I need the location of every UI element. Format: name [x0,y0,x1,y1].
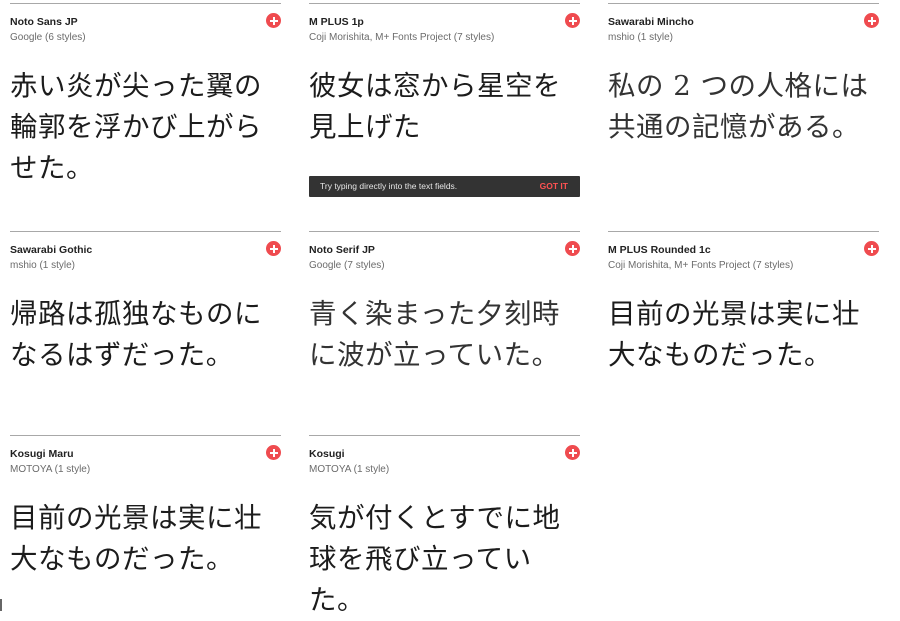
sample-text-field[interactable]: 彼女は窓から星空を見上げた [309,66,580,148]
font-author: mshio (1 style) [608,32,674,43]
sample-text-field[interactable]: 青く染まった夕刻時に波が立っていた。 [309,294,580,376]
font-author: mshio (1 style) [10,260,76,271]
font-name[interactable]: M PLUS 1p [309,16,364,28]
font-card-sawarabi-gothic[interactable]: Sawarabi Gothic mshio (1 style) 帰路は孤独なもの… [10,231,281,371]
plus-circle-icon[interactable] [565,445,580,460]
plus-circle-icon[interactable] [864,13,879,28]
font-card-m-plus-rounded-1c[interactable]: M PLUS Rounded 1c Coji Morishita, M+ Fon… [608,231,879,371]
font-name[interactable]: Sawarabi Gothic [10,244,92,256]
plus-circle-icon[interactable] [565,241,580,256]
font-name[interactable]: Noto Sans JP [10,16,78,28]
font-card-m-plus-1p[interactable]: M PLUS 1p Coji Morishita, M+ Fonts Proje… [309,3,580,143]
font-card-noto-sans-jp[interactable]: Noto Sans JP Google (6 styles) 赤い炎が尖った翼の… [10,3,281,184]
sample-text-field[interactable]: 目前の光景は実に壮大なものだった。 [10,498,281,580]
plus-circle-icon[interactable] [266,241,281,256]
tip-snackbar: Try typing directly into the text fields… [309,176,580,197]
plus-circle-icon[interactable] [266,445,281,460]
sample-text-field[interactable]: 気が付くとすでに地球を飛び立っていた。 [309,498,580,621]
text-cursor-mark [0,599,2,611]
sample-text-field[interactable]: 帰路は孤独なものになるはずだった。 [10,294,281,376]
font-grid: Noto Sans JP Google (6 styles) 赤い炎が尖った翼の… [0,0,900,616]
font-card-kosugi-maru[interactable]: Kosugi Maru MOTOYA (1 style) 目前の光景は実に壮大な… [10,435,281,575]
font-author: MOTOYA (1 style) [10,464,91,475]
tip-message: Try typing directly into the text fields… [320,181,458,191]
plus-circle-icon[interactable] [565,13,580,28]
font-author: Google (6 styles) [10,32,86,43]
plus-circle-icon[interactable] [864,241,879,256]
font-author: Coji Morishita, M+ Fonts Project (7 styl… [309,32,495,43]
sample-text-field[interactable]: 目前の光景は実に壮大なものだった。 [608,294,879,376]
font-author: Coji Morishita, M+ Fonts Project (7 styl… [608,260,794,271]
font-name[interactable]: Kosugi [309,448,345,460]
font-name[interactable]: Sawarabi Mincho [608,16,694,28]
font-card-noto-serif-jp[interactable]: Noto Serif JP Google (7 styles) 青く染まった夕刻… [309,231,580,371]
font-author: Google (7 styles) [309,260,385,271]
font-author: MOTOYA (1 style) [309,464,390,475]
font-name[interactable]: M PLUS Rounded 1c [608,244,711,256]
font-name[interactable]: Kosugi Maru [10,448,74,460]
sample-text-field[interactable]: 赤い炎が尖った翼の輪郭を浮かび上がらせた。 [10,66,281,189]
font-name[interactable]: Noto Serif JP [309,244,375,256]
sample-text-field[interactable]: 私の 2 つの人格には共通の記憶がある。 [608,66,879,148]
plus-circle-icon[interactable] [266,13,281,28]
font-card-sawarabi-mincho[interactable]: Sawarabi Mincho mshio (1 style) 私の 2 つの人… [608,3,879,143]
font-card-kosugi[interactable]: Kosugi MOTOYA (1 style) 気が付くとすでに地球を飛び立って… [309,435,580,616]
got-it-button[interactable]: GOT IT [540,181,568,191]
